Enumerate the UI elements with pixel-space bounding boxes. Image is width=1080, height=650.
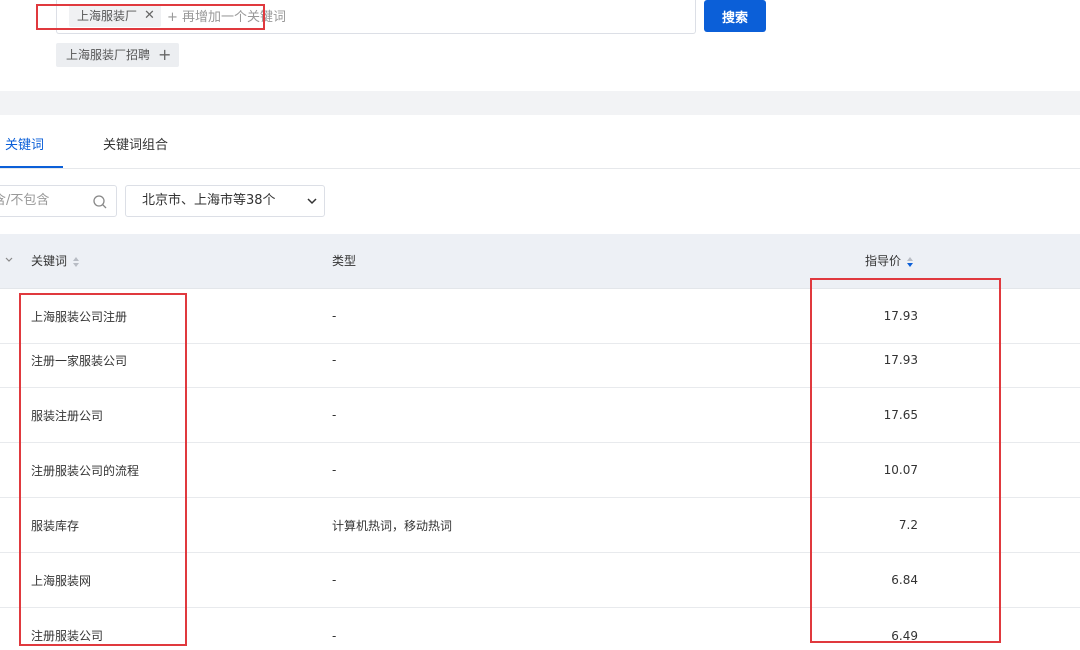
column-header-type-label: 类型 xyxy=(332,254,357,268)
keyword-cell: 注册服装公司的流程 xyxy=(31,463,140,478)
price-cell: 10.07 xyxy=(883,463,918,477)
remove-tag-icon[interactable]: ✕ xyxy=(144,5,155,27)
section-divider xyxy=(0,91,1080,115)
chevron-down-icon[interactable] xyxy=(4,255,14,265)
table-row: 注册一家服装公司 - 17.93 xyxy=(0,333,1080,388)
table-row: 上海服装网 - 6.84 xyxy=(0,553,1080,608)
type-cell: - xyxy=(332,628,337,643)
price-cell: 6.49 xyxy=(891,628,918,643)
tab-bar: 关键词 关键词组合 xyxy=(0,115,1080,169)
price-cell: 7.2 xyxy=(898,518,918,532)
keyword-search-box[interactable]: 上海服装厂 ✕ xyxy=(56,0,696,34)
region-select-value: 北京市、上海市等38个 xyxy=(142,193,276,208)
column-header-keyword[interactable]: 关键词 xyxy=(31,234,80,289)
keyword-cell: 上海服装网 xyxy=(31,573,92,588)
keyword-cell: 服装库存 xyxy=(31,518,80,533)
tab-keyword-combination[interactable]: 关键词组合 xyxy=(103,115,168,169)
include-exclude-filter[interactable]: 含/不包含 xyxy=(0,185,117,217)
column-header-price[interactable]: 指导价 xyxy=(865,234,914,289)
keyword-cell: 注册一家服装公司 xyxy=(31,353,128,368)
type-cell: - xyxy=(332,573,337,587)
table-row: 服装注册公司 - 17.65 xyxy=(0,388,1080,443)
keyword-tag: 上海服装厂 ✕ xyxy=(69,5,161,27)
search-button[interactable]: 搜索 xyxy=(704,0,766,32)
price-cell: 17.93 xyxy=(883,353,918,367)
price-cell: 6.84 xyxy=(891,573,918,587)
price-cell: 17.65 xyxy=(883,408,918,422)
add-keyword-input[interactable] xyxy=(167,6,587,28)
tab-keywords[interactable]: 关键词 xyxy=(5,115,44,169)
table-row: 服装库存 计算机热词，移动热词 7.2 xyxy=(0,498,1080,553)
type-cell: - xyxy=(332,353,337,367)
active-tab-indicator xyxy=(0,166,63,168)
sort-descending-icon[interactable] xyxy=(906,256,914,268)
table-header: 关键词 类型 指导价 xyxy=(0,234,1080,289)
suggested-keyword[interactable]: 上海服装厂招聘 + xyxy=(56,43,180,67)
chevron-down-icon xyxy=(307,198,317,205)
keyword-cell: 注册服装公司 xyxy=(31,629,104,643)
column-header-price-label: 指导价 xyxy=(865,254,902,268)
include-exclude-placeholder: 含/不包含 xyxy=(0,193,50,208)
table-row: 注册服装公司的流程 - 10.07 xyxy=(0,443,1080,498)
region-select[interactable]: 北京市、上海市等38个 xyxy=(125,185,325,217)
sort-icon[interactable] xyxy=(72,256,80,268)
plus-icon[interactable]: + xyxy=(158,43,171,67)
search-icon[interactable] xyxy=(92,194,108,210)
type-cell: - xyxy=(332,408,337,422)
keyword-cell: 服装注册公司 xyxy=(31,408,104,423)
type-cell: - xyxy=(332,463,337,477)
column-header-type: 类型 xyxy=(332,234,356,289)
type-cell: 计算机热词，移动热词 xyxy=(332,518,453,533)
keyword-tag-label: 上海服装厂 xyxy=(77,9,138,23)
suggested-keyword-label: 上海服装厂招聘 xyxy=(66,48,151,62)
table-row: 注册服装公司 - 6.49 xyxy=(0,608,1080,650)
column-header-keyword-label: 关键词 xyxy=(31,254,68,268)
